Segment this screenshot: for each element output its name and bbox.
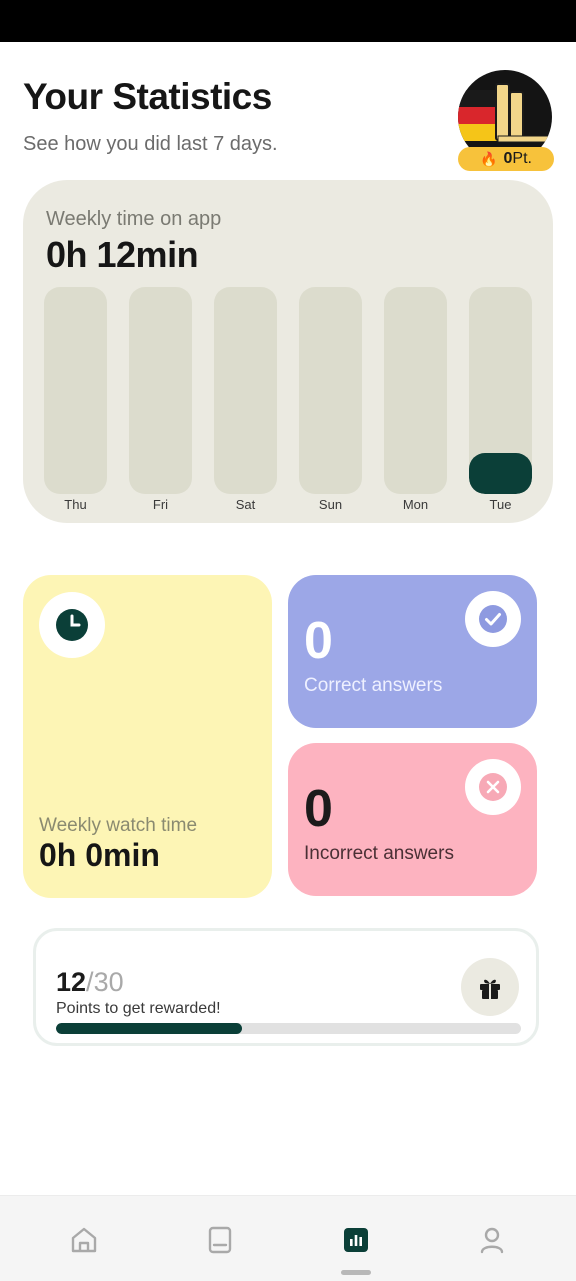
bar-track — [214, 287, 277, 494]
weekly-bar-chart: Thu Fri Sat Sun Mon Tue — [44, 287, 532, 513]
fire-icon: 🔥 — [480, 150, 498, 167]
reward-progress-fill — [56, 1023, 242, 1034]
bar-label: Fri — [152, 497, 169, 512]
reward-total: 30 — [93, 967, 124, 997]
bar-track — [129, 287, 192, 494]
x-icon — [465, 759, 521, 815]
incorrect-answers-card: 0 Incorrect answers — [288, 743, 537, 896]
reward-progress-card[interactable]: 12/30 Points to get rewarded! — [33, 928, 539, 1046]
bar-label: Thu — [64, 497, 87, 512]
correct-label: Correct answers — [304, 675, 443, 696]
watch-time-label: Weekly watch time — [39, 815, 198, 836]
clock-icon — [39, 592, 105, 658]
bottom-navigation — [0, 1195, 576, 1281]
bar-sun: Sun — [299, 287, 362, 513]
page-title: Your Statistics — [23, 76, 272, 117]
bar-label: Sun — [318, 497, 343, 512]
weekly-watch-time-card: Weekly watch time 0h 0min — [23, 575, 272, 898]
incorrect-label: Incorrect answers — [304, 843, 454, 864]
bar-fri: Fri — [129, 287, 192, 513]
reward-label: Points to get rewarded! — [56, 1000, 221, 1017]
bar-track — [469, 287, 532, 494]
correct-answers-card: 0 Correct answers — [288, 575, 537, 728]
reward-progress-bar — [56, 1023, 521, 1034]
points-badge: 🔥 0Pt. — [458, 147, 554, 171]
nav-book-icon[interactable] — [200, 1222, 240, 1258]
bar-track — [384, 287, 447, 494]
bar-fill — [469, 453, 532, 494]
bar-tue: Tue — [469, 287, 532, 513]
reward-separator: / — [86, 967, 94, 997]
page-subtitle: See how you did last 7 days. — [23, 133, 278, 155]
profile-badge[interactable]: 🔥 0Pt. — [456, 70, 554, 172]
bar-label: Sat — [235, 497, 256, 512]
correct-count: 0 — [304, 612, 333, 670]
status-bar — [0, 0, 576, 42]
nav-statistics-icon[interactable] — [336, 1222, 376, 1258]
points-unit: Pt. — [512, 150, 532, 167]
home-indicator — [341, 1270, 371, 1275]
incorrect-count: 0 — [304, 780, 333, 838]
check-icon — [465, 591, 521, 647]
watch-time-value: 0h 0min — [39, 837, 160, 873]
bar-track — [44, 287, 107, 494]
reward-current: 12 — [56, 967, 87, 997]
nav-home-icon[interactable] — [64, 1222, 104, 1258]
bar-sat: Sat — [214, 287, 277, 513]
nav-profile-icon[interactable] — [472, 1222, 512, 1258]
weekly-app-time-value: 0h 12min — [46, 234, 199, 275]
bar-track — [299, 287, 362, 494]
weekly-app-time-label: Weekly time on app — [46, 208, 222, 230]
gift-icon[interactable] — [461, 958, 519, 1016]
reward-count: 12/30 — [56, 967, 124, 998]
bar-mon: Mon — [384, 287, 447, 513]
bar-thu: Thu — [44, 287, 107, 513]
weekly-app-time-card: Weekly time on app 0h 12min Thu Fri Sat Sun… — [23, 180, 553, 523]
bar-label: Mon — [402, 497, 429, 512]
bar-label: Tue — [489, 497, 512, 512]
